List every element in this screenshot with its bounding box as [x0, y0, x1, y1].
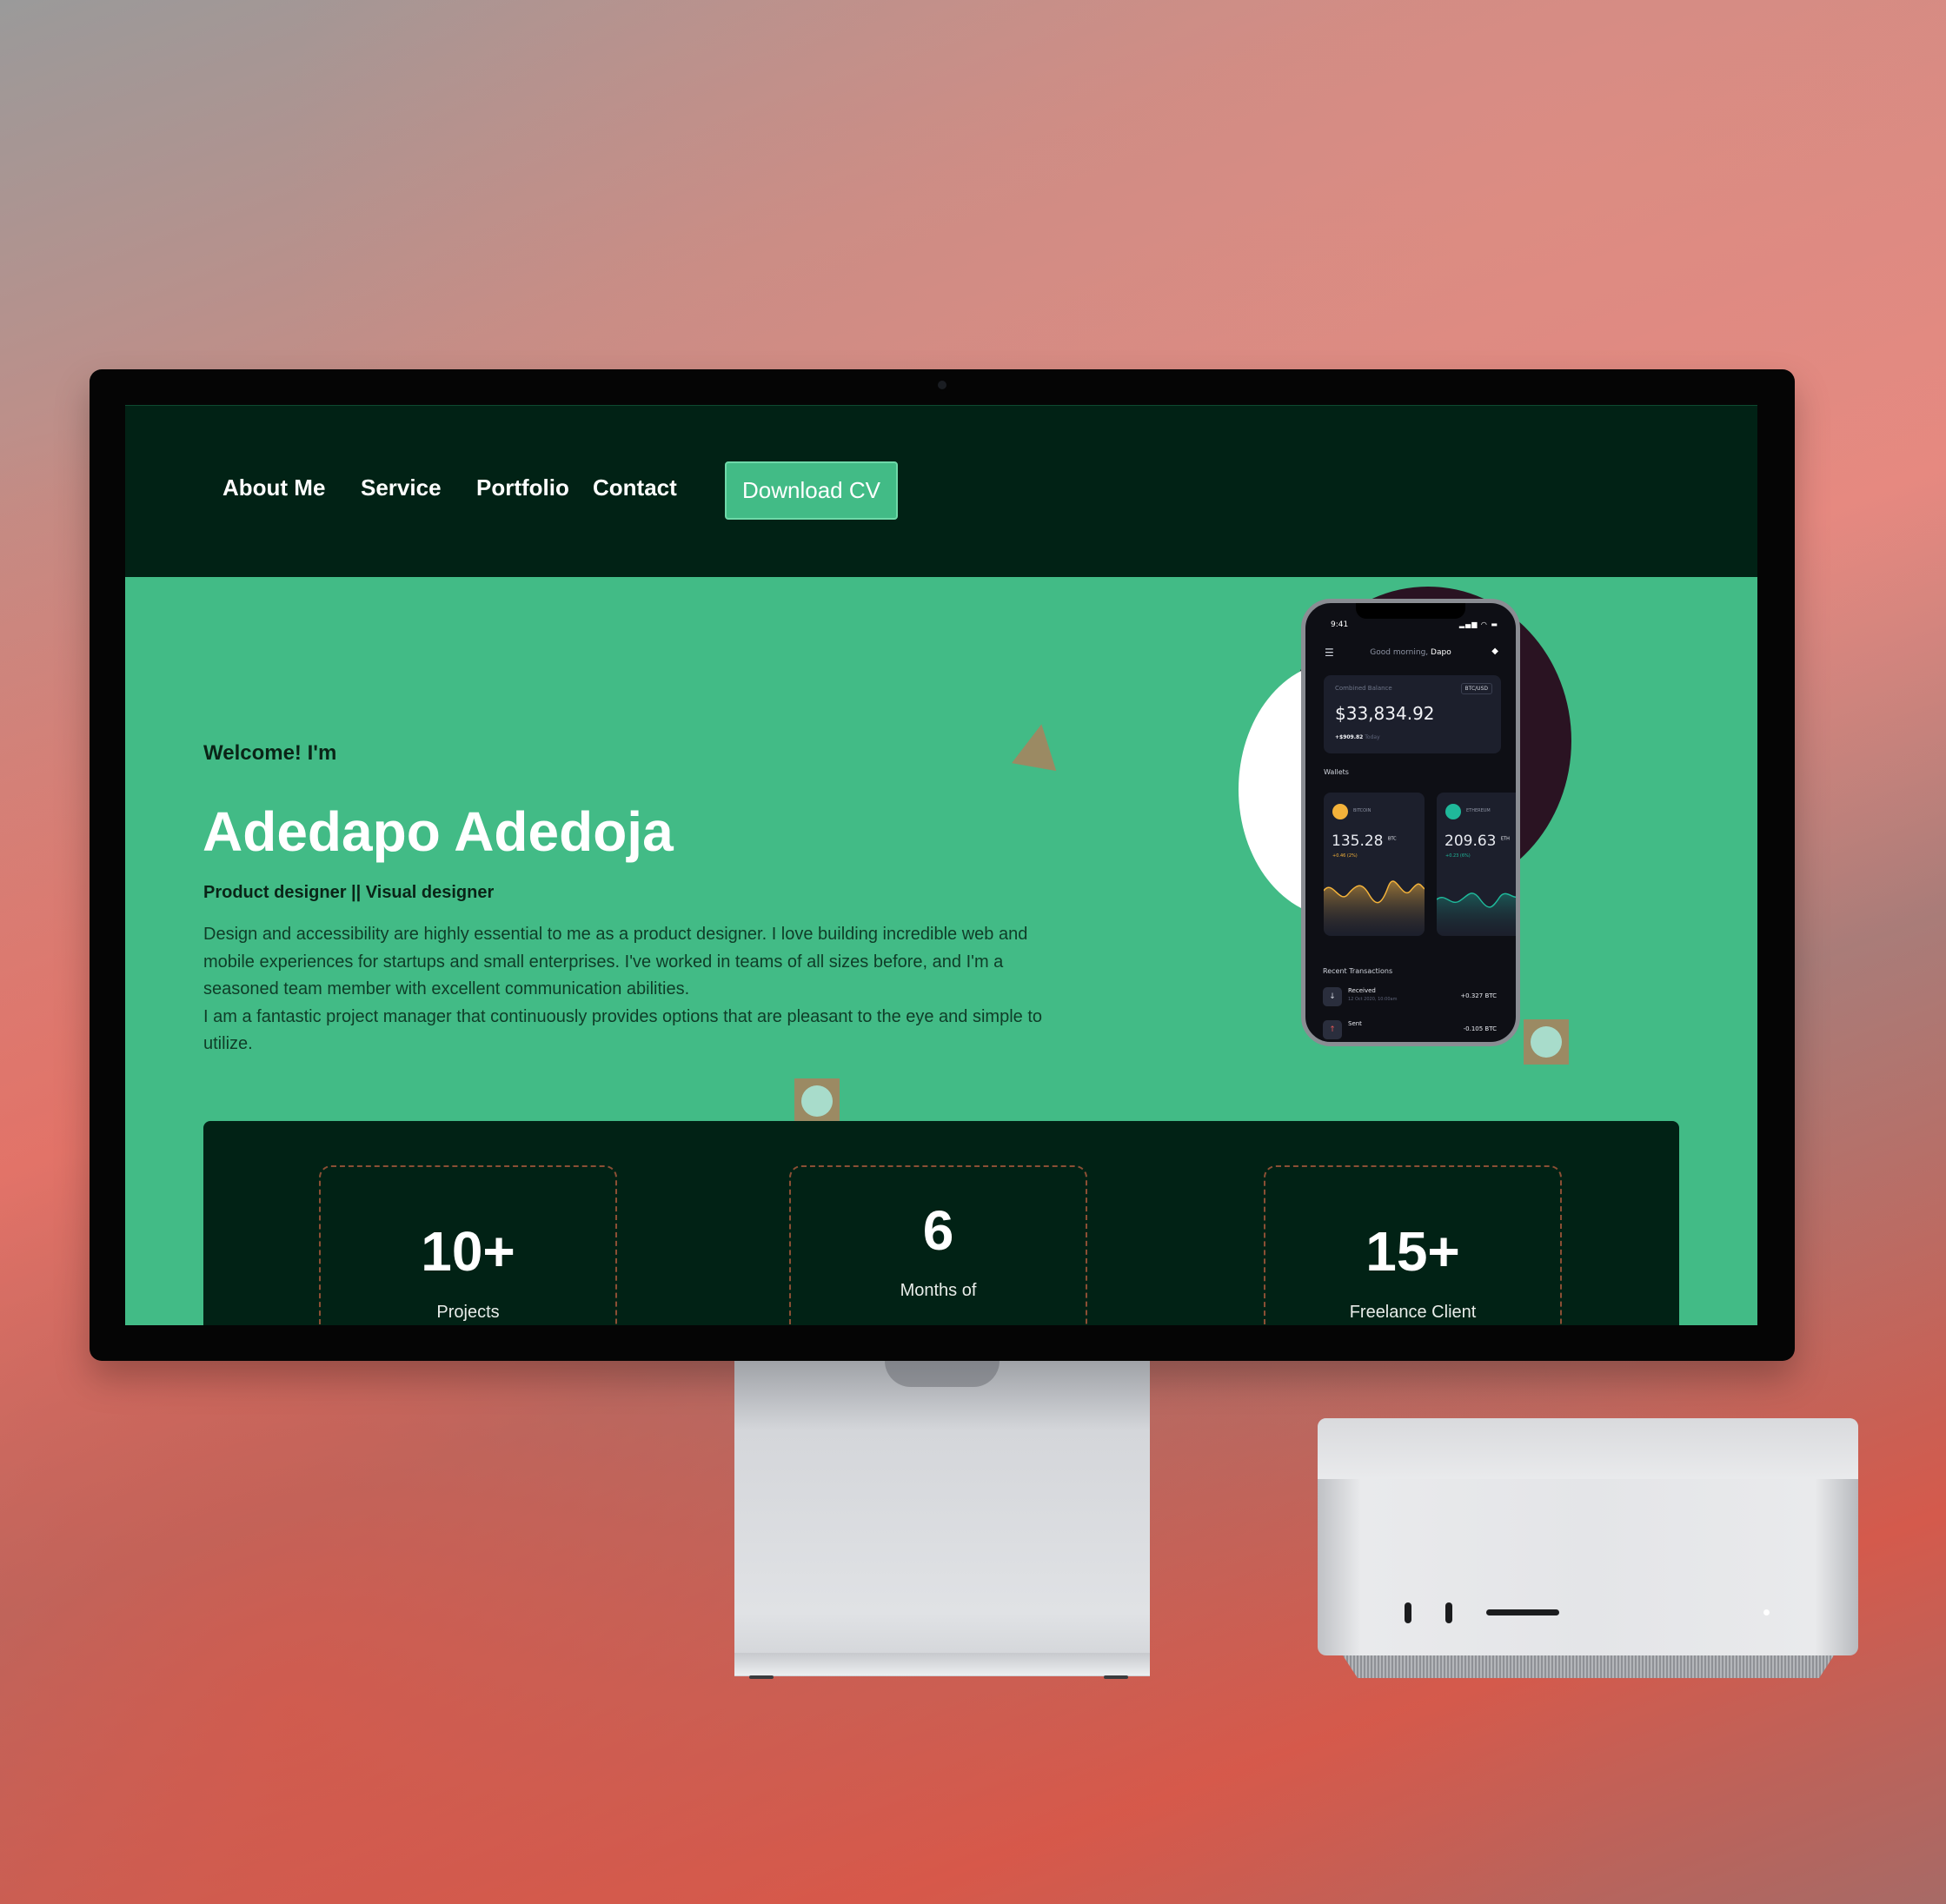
- stat-label: Projects: [436, 1303, 500, 1322]
- arrow-down-icon: ↓: [1323, 987, 1342, 1006]
- transaction-date: 12 Oct 2020, 10:00am: [1348, 997, 1398, 1002]
- power-led: [1763, 1609, 1770, 1615]
- bell-icon: ◆: [1491, 647, 1498, 656]
- bitcoin-icon: [1332, 804, 1348, 819]
- wallet-amount-value: 209.63: [1445, 833, 1497, 850]
- stand-foot: [749, 1675, 774, 1679]
- ethereum-icon: [1445, 804, 1461, 819]
- mac-studio: [1318, 1418, 1858, 1655]
- wallet-coin-name: ETHEREUM: [1466, 808, 1491, 813]
- stat-value: 10+: [421, 1220, 515, 1283]
- phone-mockup: 9:41 ▂▄▆ ◠ ▬ ☰ Good morning, Dapo ◆ Comb…: [1301, 599, 1520, 1046]
- sd-card-slot: [1486, 1609, 1559, 1615]
- monitor-stand: [734, 1361, 1150, 1676]
- phone-time: 9:41: [1331, 620, 1349, 629]
- stat-value: 6: [922, 1199, 954, 1262]
- wallets-heading: Wallets: [1324, 768, 1349, 776]
- stat-label: Freelance Client: [1349, 1303, 1477, 1322]
- phone-user-name: Dapo: [1431, 648, 1451, 657]
- nav-link-portfolio[interactable]: Portfolio: [476, 474, 569, 501]
- usb-c-port: [1405, 1602, 1411, 1623]
- usb-c-port: [1445, 1602, 1452, 1623]
- transaction-amount: +0.327 BTC: [1460, 992, 1497, 999]
- hero-bio: Design and accessibility are highly esse…: [203, 921, 1064, 1058]
- hero-role: Product designer || Visual designer: [203, 883, 495, 902]
- stat-card-months: 6 Months of: [789, 1165, 1087, 1325]
- monitor-stand-base: [734, 1653, 1150, 1675]
- transaction-row: ↑ Sent -0.105 BTC: [1323, 1018, 1509, 1041]
- stand-foot: [1104, 1675, 1128, 1679]
- ethereum-sparkline: [1437, 892, 1516, 936]
- transaction-row: ↓ Received 12 Oct 2020, 10:00am +0.327 B…: [1323, 985, 1509, 1008]
- circle-decoration: [1531, 1026, 1562, 1058]
- phone-greeting: Good morning, Dapo: [1305, 648, 1516, 657]
- arrow-up-icon: ↑: [1323, 1020, 1342, 1039]
- stat-card-projects: 10+ Projects: [319, 1165, 617, 1325]
- stat-value: 15+: [1365, 1220, 1460, 1283]
- recent-transactions-heading: Recent Transactions: [1323, 967, 1393, 975]
- monitor-stand-hinge: [885, 1361, 1000, 1387]
- balance-value: $33,834.92: [1335, 703, 1435, 724]
- bitcoin-sparkline: [1324, 880, 1425, 936]
- wallet-amount: 209.63 ETH: [1445, 833, 1510, 850]
- transaction-label: Sent: [1348, 1020, 1362, 1027]
- stats-panel: 10+ Projects 6 Months of 15+ Freelance C…: [203, 1121, 1679, 1325]
- wallet-change: +0.46 (2%): [1332, 853, 1358, 859]
- hero-bio-paragraph: Design and accessibility are highly esse…: [203, 925, 1028, 998]
- hero-bio-paragraph: I am a fantastic project manager that co…: [203, 1006, 1043, 1054]
- wallet-amount-value: 135.28: [1332, 833, 1384, 850]
- nav-link-contact[interactable]: Contact: [593, 474, 677, 501]
- nav-link-about-me[interactable]: About Me: [222, 474, 325, 501]
- transaction-label: Received: [1348, 987, 1376, 994]
- triangle-decoration: [1012, 720, 1064, 772]
- phone-greeting-text: Good morning,: [1370, 648, 1429, 657]
- wallet-coin-name: BITCOIN: [1353, 808, 1371, 813]
- balance-change-period: Today: [1365, 734, 1380, 740]
- currency-pair-select: BTC/USD: [1460, 683, 1492, 694]
- circle-square-decoration: [1524, 1019, 1569, 1065]
- stat-card-clients: 15+ Freelance Client: [1264, 1165, 1562, 1325]
- website-screen: About Me Service Portfolio Contact Downl…: [125, 405, 1757, 1325]
- signal-wifi-battery-icon: ▂▄▆ ◠ ▬: [1458, 620, 1498, 628]
- wallet-card-bitcoin: BITCOIN 135.28 BTC +0.46 (2%): [1324, 793, 1425, 936]
- studio-display: About Me Service Portfolio Contact Downl…: [90, 369, 1795, 1361]
- wallet-amount: 135.28 BTC: [1332, 833, 1397, 850]
- camera-icon: [938, 381, 946, 389]
- phone-notch: [1356, 603, 1465, 619]
- wallet-unit: BTC: [1387, 836, 1397, 842]
- stat-label: Months of: [900, 1281, 977, 1300]
- download-cv-button[interactable]: Download CV: [725, 461, 898, 520]
- hero-name: Adedapo Adedoja: [203, 800, 674, 863]
- wallet-unit: ETH: [1500, 836, 1510, 842]
- hero-greeting: Welcome! I'm: [203, 741, 337, 765]
- balance-change: +$909.82 Today: [1335, 734, 1380, 740]
- mac-studio-top: [1318, 1418, 1858, 1479]
- mac-studio-vent: [1343, 1655, 1834, 1678]
- balance-change-value: +$909.82: [1335, 734, 1364, 740]
- circle-square-decoration: [794, 1078, 840, 1124]
- nav-link-service[interactable]: Service: [361, 474, 442, 501]
- balance-label: Combined Balance: [1335, 685, 1392, 692]
- site-navbar: About Me Service Portfolio Contact Downl…: [125, 405, 1757, 577]
- wallet-change: +0.23 (6%): [1445, 853, 1471, 859]
- transaction-amount: -0.105 BTC: [1463, 1025, 1497, 1032]
- wallet-card-ethereum: ETHEREUM 209.63 ETH +0.23 (6%): [1437, 793, 1516, 936]
- circle-decoration: [801, 1085, 833, 1117]
- balance-card: Combined Balance BTC/USD $33,834.92 +$90…: [1324, 675, 1501, 753]
